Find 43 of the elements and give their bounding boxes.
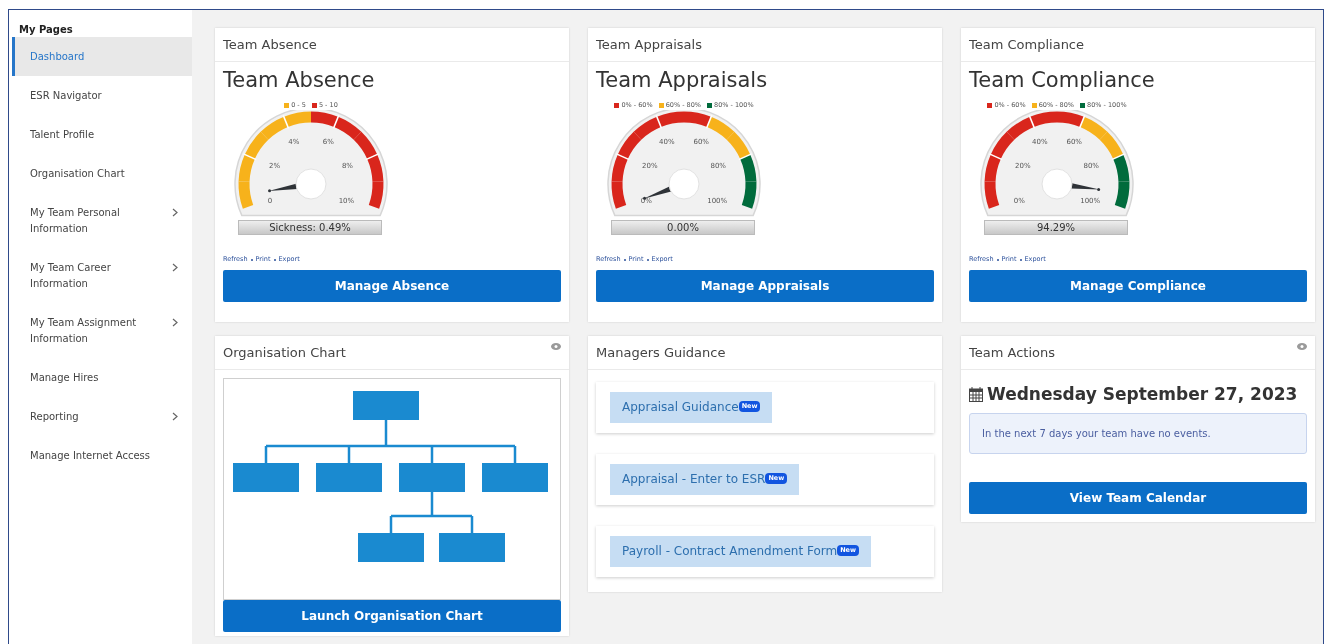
org-node <box>482 462 548 492</box>
card-title: Team Compliance <box>969 36 1084 54</box>
gauge-reading: 94.29% <box>984 220 1128 236</box>
gauge-title: Team Absence <box>223 67 376 93</box>
card-title: Team Actions <box>969 344 1055 362</box>
gauge-reading: 0.00% <box>611 220 755 236</box>
sidebar-item[interactable]: My Team Personal Information <box>12 193 192 248</box>
sidebar-item[interactable]: Manage Internet Access <box>12 436 192 475</box>
sidebar-item[interactable]: Talent Profile <box>12 115 192 154</box>
card-title: Managers Guidance <box>596 344 726 362</box>
card-title: Organisation Chart <box>223 344 346 362</box>
card-title: Team Absence <box>223 36 317 54</box>
calendar-icon <box>969 386 983 402</box>
gauge-hub <box>295 168 327 200</box>
org-node <box>399 462 465 492</box>
date-heading: Wednesday September 27, 2023 <box>987 382 1298 406</box>
card-title: Team Appraisals <box>596 36 702 54</box>
eye-icon[interactable] <box>551 343 561 350</box>
gauge-hub <box>668 168 700 200</box>
gauge-hub <box>1041 168 1073 200</box>
manage-button[interactable]: Manage Compliance <box>969 270 1307 303</box>
launch-button[interactable]: Launch Organisation Chart <box>223 599 561 632</box>
org-node <box>358 532 424 562</box>
sidebar-item[interactable]: Reporting <box>12 397 192 436</box>
sidebar-item[interactable]: My Team Career Information <box>12 248 192 303</box>
eye-icon[interactable] <box>1297 343 1307 350</box>
calendar-button[interactable]: View Team Calendar <box>969 482 1307 514</box>
org-node <box>316 462 382 492</box>
org-node <box>233 462 299 492</box>
manage-button[interactable]: Manage Appraisals <box>596 270 934 303</box>
sidebar-heading: My Pages <box>18 23 74 37</box>
sidebar-item[interactable]: Organisation Chart <box>12 154 192 193</box>
sidebar-item[interactable]: Manage Hires <box>12 358 192 397</box>
sidebar-item[interactable]: My Team Assignment Information <box>12 303 192 358</box>
gauge-reading: Sickness: 0.49% <box>238 220 382 236</box>
gauge-title: Team Appraisals <box>596 67 769 93</box>
sidebar-item[interactable]: Dashboard <box>12 37 192 76</box>
manage-button[interactable]: Manage Absence <box>223 270 561 303</box>
sidebar-item[interactable]: ESR Navigator <box>12 76 192 115</box>
gauge-title: Team Compliance <box>969 67 1156 93</box>
org-node <box>439 532 505 562</box>
org-node <box>353 390 419 420</box>
events-message: In the next 7 days your team have no events. <box>969 413 1307 454</box>
